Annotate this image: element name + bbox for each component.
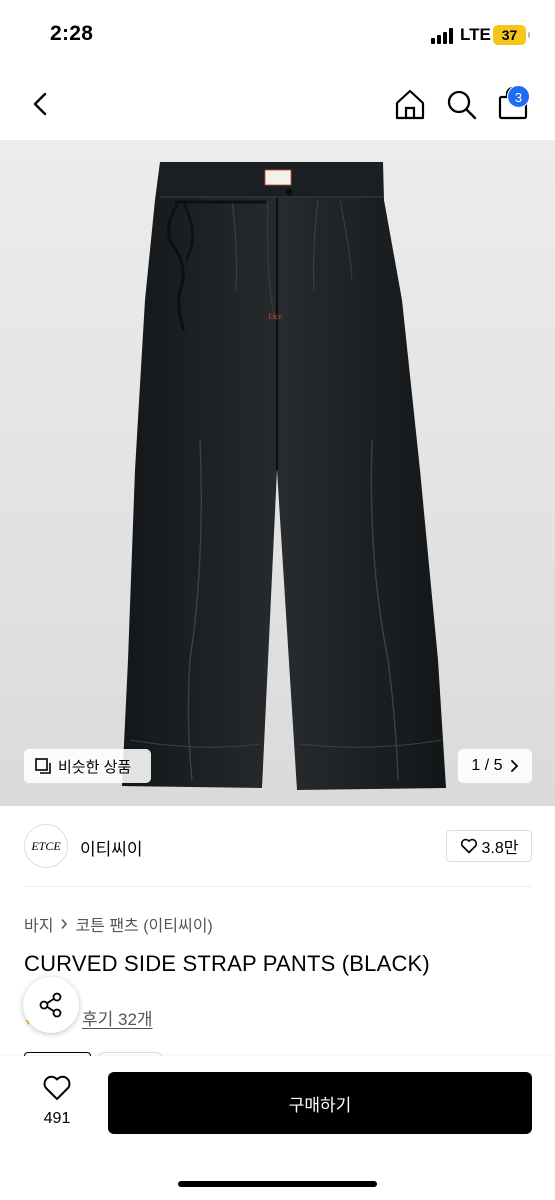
breadcrumb-subcategory[interactable]: 코튼 팬츠 (이티씨이)	[75, 912, 212, 936]
heart-icon	[460, 838, 477, 854]
brand-like-button[interactable]: 3.8만	[446, 830, 532, 862]
share-icon	[39, 992, 62, 1018]
brand-logo[interactable]: ETCE	[24, 824, 68, 868]
network-label: LTE	[460, 25, 491, 44]
search-icon	[447, 90, 477, 120]
breadcrumb-category[interactable]: 바지	[24, 912, 53, 936]
heart-icon	[43, 1075, 71, 1100]
status-time: 2:28	[50, 22, 94, 45]
similar-products-label: 비슷한 상품	[58, 758, 132, 776]
brand-name[interactable]: 이티씨이	[80, 835, 143, 860]
image-page-indicator[interactable]: 1 / 5	[458, 749, 532, 783]
review-count-link[interactable]: 후기 32개	[82, 1005, 153, 1030]
similar-products-button[interactable]: 비슷한 상품	[24, 749, 151, 783]
status-bar: 2:28 LTE 37	[0, 0, 555, 70]
buy-button[interactable]: 구매하기	[108, 1072, 532, 1134]
home-indicator	[178, 1181, 377, 1187]
breadcrumb: 바지 코튼 팬츠 (이티씨이)	[24, 912, 213, 936]
back-button[interactable]	[25, 86, 57, 122]
product-image[interactable]: Etce	[0, 140, 555, 806]
search-button[interactable]	[444, 86, 478, 122]
overlap-squares-icon	[35, 758, 51, 774]
brand-like-count: 3.8만	[481, 840, 519, 857]
pants-photo	[122, 162, 446, 790]
share-button[interactable]	[23, 977, 79, 1033]
product-title: CURVED SIDE STRAP PANTS (BLACK)	[24, 951, 430, 976]
home-button[interactable]	[393, 86, 427, 122]
signal-icon	[431, 28, 455, 44]
wishlist-button[interactable]: 491	[30, 1074, 84, 1132]
page-indicator-text: 1 / 5	[471, 757, 503, 774]
home-icon	[395, 89, 425, 120]
bag-count-badge: 3	[507, 85, 530, 108]
wishlist-count: 491	[43, 1110, 71, 1127]
brand-label-tag: Etce	[268, 312, 283, 321]
chevron-right-icon	[510, 760, 518, 772]
battery-icon: 37	[493, 25, 530, 45]
divider	[24, 886, 531, 887]
chevron-left-icon	[33, 92, 47, 116]
chevron-right-icon	[61, 919, 68, 929]
